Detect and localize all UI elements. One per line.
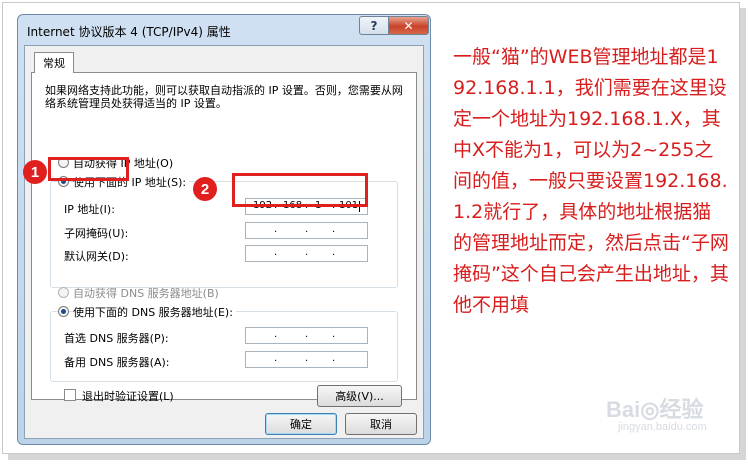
- screenshot-frame: Internet 协议版本 4 (TCP/IPv4) 属性 ? ✕ 常规 如果网…: [0, 0, 748, 464]
- manual-dns-label: 使用下面的 DNS 服务器地址(E):: [73, 304, 236, 320]
- instruction-note: 一般“猫”的WEB管理地址都是192.168.1.1，我们需要在这里设定一个地址…: [453, 46, 729, 316]
- default-gateway-field[interactable]: ...: [245, 245, 368, 262]
- baidu-watermark-url: jingyan.baidu.com: [618, 421, 707, 433]
- tcpipv4-properties-dialog: Internet 协议版本 4 (TCP/IPv4) 属性 ? ✕ 常规 如果网…: [17, 14, 431, 445]
- ip-address-label: IP 地址(I):: [64, 203, 115, 216]
- cancel-button[interactable]: 取消: [345, 413, 417, 435]
- help-icon: ?: [370, 18, 378, 33]
- subnet-mask-label: 子网掩码(U):: [64, 227, 129, 240]
- dialog-client: 常规 如果网络支持此功能，则可以获取自动指派的 IP 设置。否则，您需要从网络系…: [24, 45, 424, 439]
- help-button[interactable]: ?: [359, 16, 389, 35]
- dns-server-group: [50, 311, 398, 382]
- close-button[interactable]: ✕: [388, 16, 429, 35]
- window-title: Internet 协议版本 4 (TCP/IPv4) 属性: [27, 25, 231, 39]
- close-icon: ✕: [403, 18, 414, 33]
- highlight-manual-ip-option: [48, 157, 129, 181]
- manual-dns-radio[interactable]: [58, 306, 69, 317]
- validate-on-exit-label: 退出时验证设置(L): [82, 390, 174, 403]
- ok-button[interactable]: 确定: [265, 413, 337, 435]
- tab-general[interactable]: 常规: [34, 52, 74, 73]
- step-marker-1: 1: [23, 160, 47, 184]
- intro-text: 如果网络支持此功能，则可以获取自动指派的 IP 设置。否则，您需要从网络系统管理…: [45, 84, 403, 110]
- preferred-dns-field[interactable]: ...: [245, 327, 368, 344]
- alternate-dns-label: 备用 DNS 服务器(A):: [64, 356, 170, 369]
- subnet-mask-field[interactable]: ...: [245, 222, 368, 239]
- baidu-watermark: Bai◎经验: [606, 397, 704, 422]
- default-gateway-label: 默认网关(D):: [64, 250, 129, 263]
- step-marker-2: 2: [193, 177, 217, 201]
- highlight-ip-address-field: [232, 173, 368, 207]
- auto-dns-label: 自动获得 DNS 服务器地址(B): [73, 287, 219, 300]
- auto-dns-radio[interactable]: [58, 287, 69, 298]
- alternate-dns-field[interactable]: ...: [245, 351, 368, 368]
- validate-on-exit-checkbox[interactable]: [64, 389, 76, 401]
- preferred-dns-label: 首选 DNS 服务器(P):: [64, 332, 169, 345]
- advanced-button[interactable]: 高级(V)...: [317, 385, 402, 407]
- general-tab-panel: 如果网络支持此功能，则可以获取自动指派的 IP 设置。否则，您需要从网络系统管理…: [31, 72, 417, 407]
- title-bar[interactable]: Internet 协议版本 4 (TCP/IPv4) 属性 ? ✕: [18, 15, 430, 45]
